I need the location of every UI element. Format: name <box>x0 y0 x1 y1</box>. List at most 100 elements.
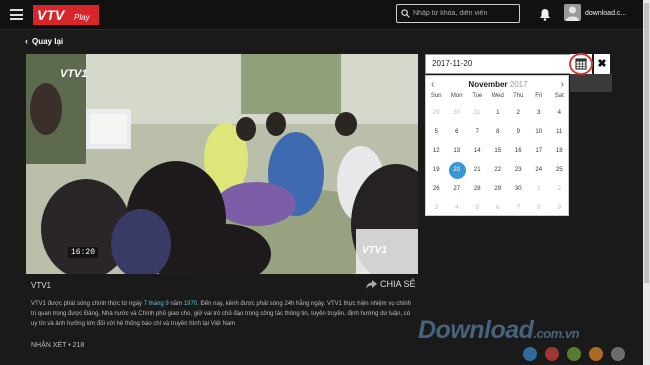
day-cell[interactable]: 9 <box>549 199 570 218</box>
day-number: 16 <box>514 148 522 154</box>
day-cell[interactable]: 23 <box>508 161 529 180</box>
calendar-button[interactable] <box>569 53 593 75</box>
day-cell[interactable]: 17 <box>529 142 550 161</box>
day-number: 5 <box>434 129 438 135</box>
date-input[interactable]: 2017-11-20 <box>425 54 592 74</box>
vtvplay-logo[interactable]: VTV Play <box>33 5 99 25</box>
day-cell[interactable]: 29 <box>488 180 509 199</box>
day-cell[interactable]: 29 <box>426 104 447 123</box>
day-number: 21 <box>473 167 481 173</box>
day-number: 6 <box>496 205 500 211</box>
day-cell[interactable]: 24 <box>529 161 550 180</box>
day-cell[interactable]: 30 <box>508 180 529 199</box>
hamburger-menu-icon[interactable] <box>10 9 23 20</box>
day-number: 27 <box>453 186 461 192</box>
dot-green <box>567 347 581 361</box>
day-number: 17 <box>535 148 543 154</box>
day-cell[interactable]: 1 <box>488 104 509 123</box>
day-number: 3 <box>434 205 438 211</box>
day-cell[interactable]: 9 <box>508 123 529 142</box>
day-cell[interactable]: 8 <box>488 123 509 142</box>
day-cell[interactable]: 3 <box>529 104 550 123</box>
calendar-month: November <box>468 80 508 89</box>
day-cell[interactable]: 8 <box>529 199 550 218</box>
video-player[interactable]: VTV1 VTV1 16:20 <box>26 54 418 274</box>
weekday-label: Sun <box>430 93 442 99</box>
day-cell[interactable]: 26 <box>426 180 447 199</box>
search-box[interactable] <box>396 4 520 23</box>
day-cell[interactable]: 27 <box>447 180 468 199</box>
day-number: 9 <box>557 205 561 211</box>
calendar-title: November 2017 <box>426 80 570 89</box>
comments-count: NHẬN XÉT • 218 <box>31 342 85 349</box>
share-button[interactable]: CHIA SẺ <box>366 279 416 290</box>
day-number: 24 <box>535 167 543 173</box>
calendar-dropdown: ‹ November 2017 › Sun Mon Tue Wed Thu Fri Sat … <box>425 75 569 216</box>
search-input[interactable] <box>413 7 517 20</box>
day-cell[interactable]: 1 <box>529 180 550 199</box>
day-cell[interactable]: 2 <box>508 104 529 123</box>
day-cell[interactable]: 10 <box>529 123 550 142</box>
day-cell[interactable]: 31 <box>467 104 488 123</box>
day-cell[interactable]: 3 <box>426 199 447 218</box>
watermark-dots <box>523 347 633 361</box>
watermark-text: Download <box>418 316 534 344</box>
day-cell[interactable]: 2 <box>549 180 570 199</box>
scrollbar[interactable] <box>643 0 650 365</box>
day-number: 26 <box>432 186 440 192</box>
day-cell[interactable]: 7 <box>467 123 488 142</box>
day-cell[interactable]: 30 <box>447 104 468 123</box>
day-number: 28 <box>473 186 481 192</box>
day-number: 22 <box>494 167 502 173</box>
avatar[interactable] <box>564 4 581 21</box>
close-icon[interactable]: ✖ <box>594 54 610 74</box>
logo-text: VTV <box>37 7 66 23</box>
day-number: 8 <box>537 205 541 211</box>
day-number: 30 <box>453 110 461 116</box>
day-cell[interactable]: 21 <box>467 161 488 180</box>
desc-year-highlight[interactable]: 1970 <box>184 301 197 307</box>
day-cell[interactable]: 6 <box>488 199 509 218</box>
day-cell[interactable]: 5 <box>426 123 447 142</box>
desc-date-highlight[interactable]: 7 tháng 9 <box>144 301 169 307</box>
day-cell[interactable]: 4 <box>447 199 468 218</box>
day-number: 23 <box>514 167 522 173</box>
day-cell[interactable]: 12 <box>426 142 447 161</box>
timecode: 16:20 <box>68 247 99 258</box>
week-row: 26 27 28 29 30 1 2 <box>426 180 570 199</box>
day-cell[interactable]: 16 <box>508 142 529 161</box>
username[interactable]: download.c... <box>585 10 626 17</box>
day-cell[interactable]: 19 <box>426 161 447 180</box>
day-cell[interactable]: 4 <box>549 104 570 123</box>
day-cell[interactable]: 6 <box>447 123 468 142</box>
day-cell[interactable]: 13 <box>447 142 468 161</box>
day-cell[interactable]: 18 <box>549 142 570 161</box>
desc-part-1: VTV1 được phát sóng chính thức từ ngày <box>31 301 144 307</box>
next-month-icon[interactable]: › <box>561 79 564 90</box>
day-number: 31 <box>473 110 481 116</box>
day-number: 29 <box>432 110 440 116</box>
day-cell[interactable]: 22 <box>488 161 509 180</box>
day-cell[interactable]: 28 <box>467 180 488 199</box>
day-cell[interactable]: 5 <box>467 199 488 218</box>
weekday-label: Mon <box>450 93 463 99</box>
day-number: 9 <box>516 129 520 135</box>
day-number: 4 <box>455 205 459 211</box>
search-icon[interactable] <box>401 9 410 18</box>
day-cell[interactable]: 25 <box>549 161 570 180</box>
week-row: 5 6 7 8 9 10 11 <box>426 123 570 142</box>
day-cell[interactable]: 7 <box>508 199 529 218</box>
day-cell[interactable]: 15 <box>488 142 509 161</box>
day-cell-selected[interactable]: 20 <box>447 161 468 180</box>
day-cell[interactable]: 14 <box>467 142 488 161</box>
week-row: 29 30 31 1 2 3 4 <box>426 104 570 123</box>
scrollbar-thumb[interactable] <box>644 3 649 283</box>
back-link[interactable]: ‹ Quay lại <box>25 36 63 46</box>
bell-icon[interactable] <box>539 8 551 26</box>
day-number: 1 <box>496 110 500 116</box>
week-row: 12 13 14 15 16 17 18 <box>426 142 570 161</box>
day-number: 30 <box>514 186 522 192</box>
weekday-label: Sat <box>554 93 564 99</box>
day-cell[interactable]: 11 <box>549 123 570 142</box>
day-number: 3 <box>537 110 541 116</box>
